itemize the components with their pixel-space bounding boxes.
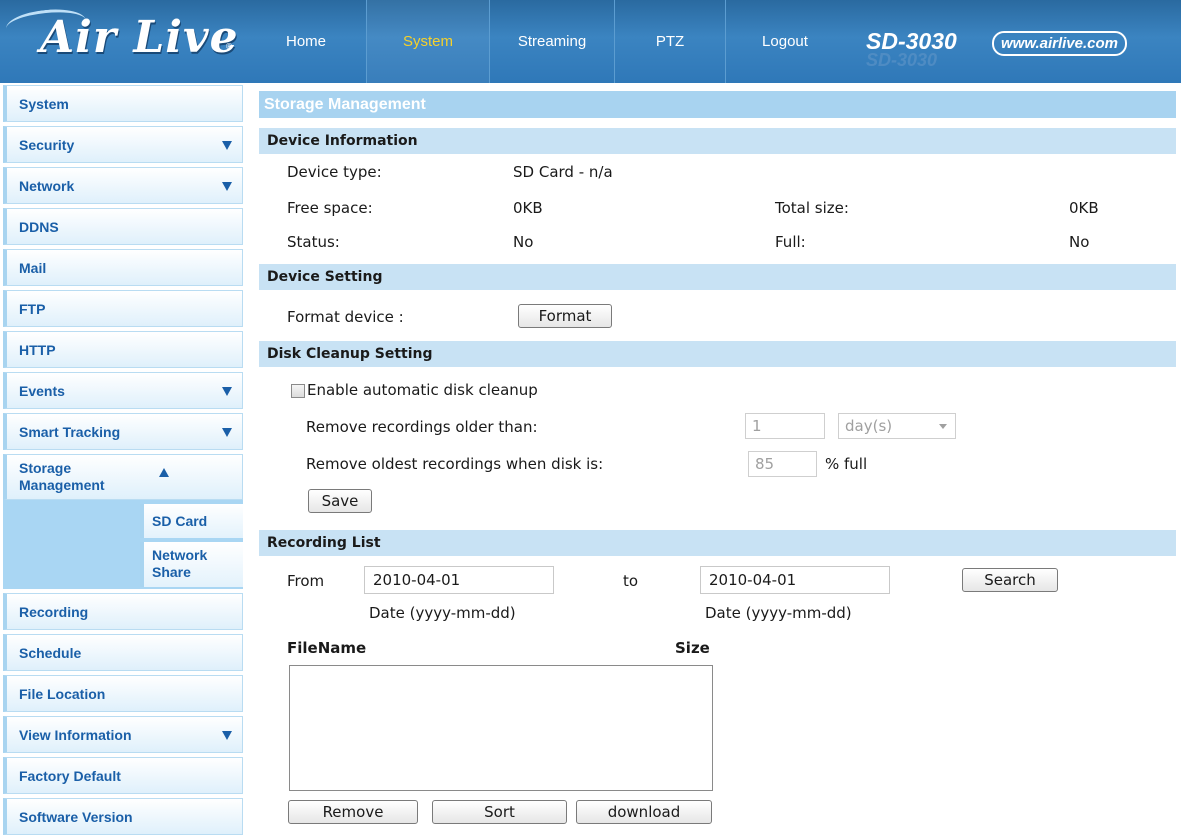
free-space-label: Free space: xyxy=(287,199,373,217)
sidebar-item-view-information[interactable]: View Information xyxy=(3,716,243,753)
sidebar: System Security Network DDNS Mail FTP HT… xyxy=(0,85,243,839)
sidebar-item-label: Smart Tracking xyxy=(19,423,121,440)
sidebar-item-label: Network xyxy=(19,177,75,194)
tab-ptz[interactable]: PTZ xyxy=(614,0,725,83)
top-header: Air Live ® Home System Streaming PTZ Log… xyxy=(0,0,1181,83)
size-column-header: Size xyxy=(675,639,710,657)
select-value: day(s) xyxy=(845,417,893,435)
device-type-value: SD Card - n/a xyxy=(513,163,613,181)
brand-name: Air Live xyxy=(40,12,239,63)
chevron-down-icon xyxy=(222,141,232,150)
section-recording-list: Recording List xyxy=(259,530,1176,556)
download-button[interactable]: download xyxy=(576,800,712,824)
sidebar-item-events[interactable]: Events xyxy=(3,372,243,409)
format-button[interactable]: Format xyxy=(518,304,612,328)
tab-home[interactable]: Home xyxy=(246,0,366,83)
model-name: SD-3030 xyxy=(866,28,957,54)
device-type-label: Device type: xyxy=(287,163,382,181)
main-nav: Home System Streaming PTZ Logout xyxy=(246,0,844,83)
older-days-input[interactable]: 1 xyxy=(745,413,825,439)
sidebar-item-schedule[interactable]: Schedule xyxy=(3,634,243,671)
sidebar-item-recording[interactable]: Recording xyxy=(3,593,243,630)
sidebar-item-label: System xyxy=(19,95,69,112)
sidebar-item-label: Mail xyxy=(19,259,47,276)
sidebar-subitem-sd-card[interactable]: SD Card xyxy=(140,504,243,538)
tab-streaming[interactable]: Streaming xyxy=(489,0,614,83)
website-badge: www.airlive.com xyxy=(992,31,1127,56)
sidebar-item-file-location[interactable]: File Location xyxy=(3,675,243,712)
from-date-hint: Date (yyyy-mm-dd) xyxy=(369,604,516,622)
sidebar-item-label: Software Version xyxy=(19,808,133,825)
sidebar-subitem-network-share[interactable]: Network Share xyxy=(140,542,243,587)
chevron-down-icon xyxy=(222,428,232,437)
section-disk-cleanup: Disk Cleanup Setting xyxy=(259,341,1176,367)
sidebar-item-factory-default[interactable]: Factory Default xyxy=(3,757,243,794)
main-content: Storage Management xyxy=(259,91,1176,118)
full-value: No xyxy=(1069,233,1090,251)
enable-cleanup-label: Enable automatic disk cleanup xyxy=(307,381,538,399)
airlive-logo: Air Live ® xyxy=(4,5,240,78)
enable-cleanup-checkbox[interactable] xyxy=(291,384,305,398)
sidebar-item-mail[interactable]: Mail xyxy=(3,249,243,286)
sidebar-item-label: FTP xyxy=(19,300,46,317)
sidebar-item-security[interactable]: Security xyxy=(3,126,243,163)
sidebar-item-label: Storage Management xyxy=(19,460,105,493)
sidebar-item-http[interactable]: HTTP xyxy=(3,331,243,368)
total-size-value: 0KB xyxy=(1069,199,1099,217)
remove-button[interactable]: Remove xyxy=(288,800,418,824)
sidebar-item-ftp[interactable]: FTP xyxy=(3,290,243,327)
from-date-input[interactable]: 2010-04-01 xyxy=(364,566,554,594)
page-title: Storage Management xyxy=(259,91,1176,118)
total-size-label: Total size: xyxy=(775,199,849,217)
remove-oldest-label: Remove oldest recordings when disk is: xyxy=(306,455,604,473)
sort-button[interactable]: Sort xyxy=(432,800,567,824)
sidebar-item-software-version[interactable]: Software Version xyxy=(3,798,243,835)
registered-mark: ® xyxy=(225,42,233,51)
sidebar-item-label: Factory Default xyxy=(19,767,121,784)
recording-listbox[interactable] xyxy=(289,665,713,791)
save-button[interactable]: Save xyxy=(308,489,372,513)
sidebar-item-label: DDNS xyxy=(19,218,59,235)
sidebar-item-label: View Information xyxy=(19,726,132,743)
search-button[interactable]: Search xyxy=(962,568,1058,592)
status-value: No xyxy=(513,233,534,251)
to-date-input[interactable]: 2010-04-01 xyxy=(700,566,890,594)
percent-full-label: % full xyxy=(825,455,868,473)
chevron-down-icon xyxy=(222,387,232,396)
format-device-label: Format device : xyxy=(287,308,404,326)
full-label: Full: xyxy=(775,233,806,251)
free-space-value: 0KB xyxy=(513,199,543,217)
remove-older-label: Remove recordings older than: xyxy=(306,418,538,436)
sidebar-item-label: Schedule xyxy=(19,644,82,661)
status-label: Status: xyxy=(287,233,340,251)
sidebar-item-smart-tracking[interactable]: Smart Tracking xyxy=(3,413,243,450)
disk-full-percent-input[interactable]: 85 xyxy=(748,451,817,477)
sidebar-item-storage-management[interactable]: Storage Management xyxy=(3,454,243,500)
section-device-information: Device Information xyxy=(259,128,1176,154)
sidebar-item-label: HTTP xyxy=(19,341,56,358)
sidebar-item-label: File Location xyxy=(19,685,106,702)
sidebar-item-network[interactable]: Network xyxy=(3,167,243,204)
dropdown-arrow-icon xyxy=(939,424,947,429)
to-date-hint: Date (yyyy-mm-dd) xyxy=(705,604,852,622)
tab-system[interactable]: System xyxy=(366,0,489,83)
sidebar-item-label: Security xyxy=(19,136,75,153)
to-label: to xyxy=(623,572,639,590)
sidebar-item-system[interactable]: System xyxy=(3,85,243,122)
filename-column-header: FileName xyxy=(287,639,367,657)
older-unit-select[interactable]: day(s) xyxy=(838,413,956,439)
chevron-down-icon xyxy=(222,182,232,191)
from-label: From xyxy=(287,572,325,590)
chevron-down-icon xyxy=(222,731,232,740)
sidebar-item-ddns[interactable]: DDNS xyxy=(3,208,243,245)
sidebar-item-label: Events xyxy=(19,382,65,399)
tab-logout[interactable]: Logout xyxy=(725,0,844,83)
sidebar-item-label: Recording xyxy=(19,603,89,620)
chevron-up-icon xyxy=(159,468,169,477)
storage-submenu: SD Card Network Share xyxy=(3,500,243,589)
section-device-setting: Device Setting xyxy=(259,264,1176,290)
